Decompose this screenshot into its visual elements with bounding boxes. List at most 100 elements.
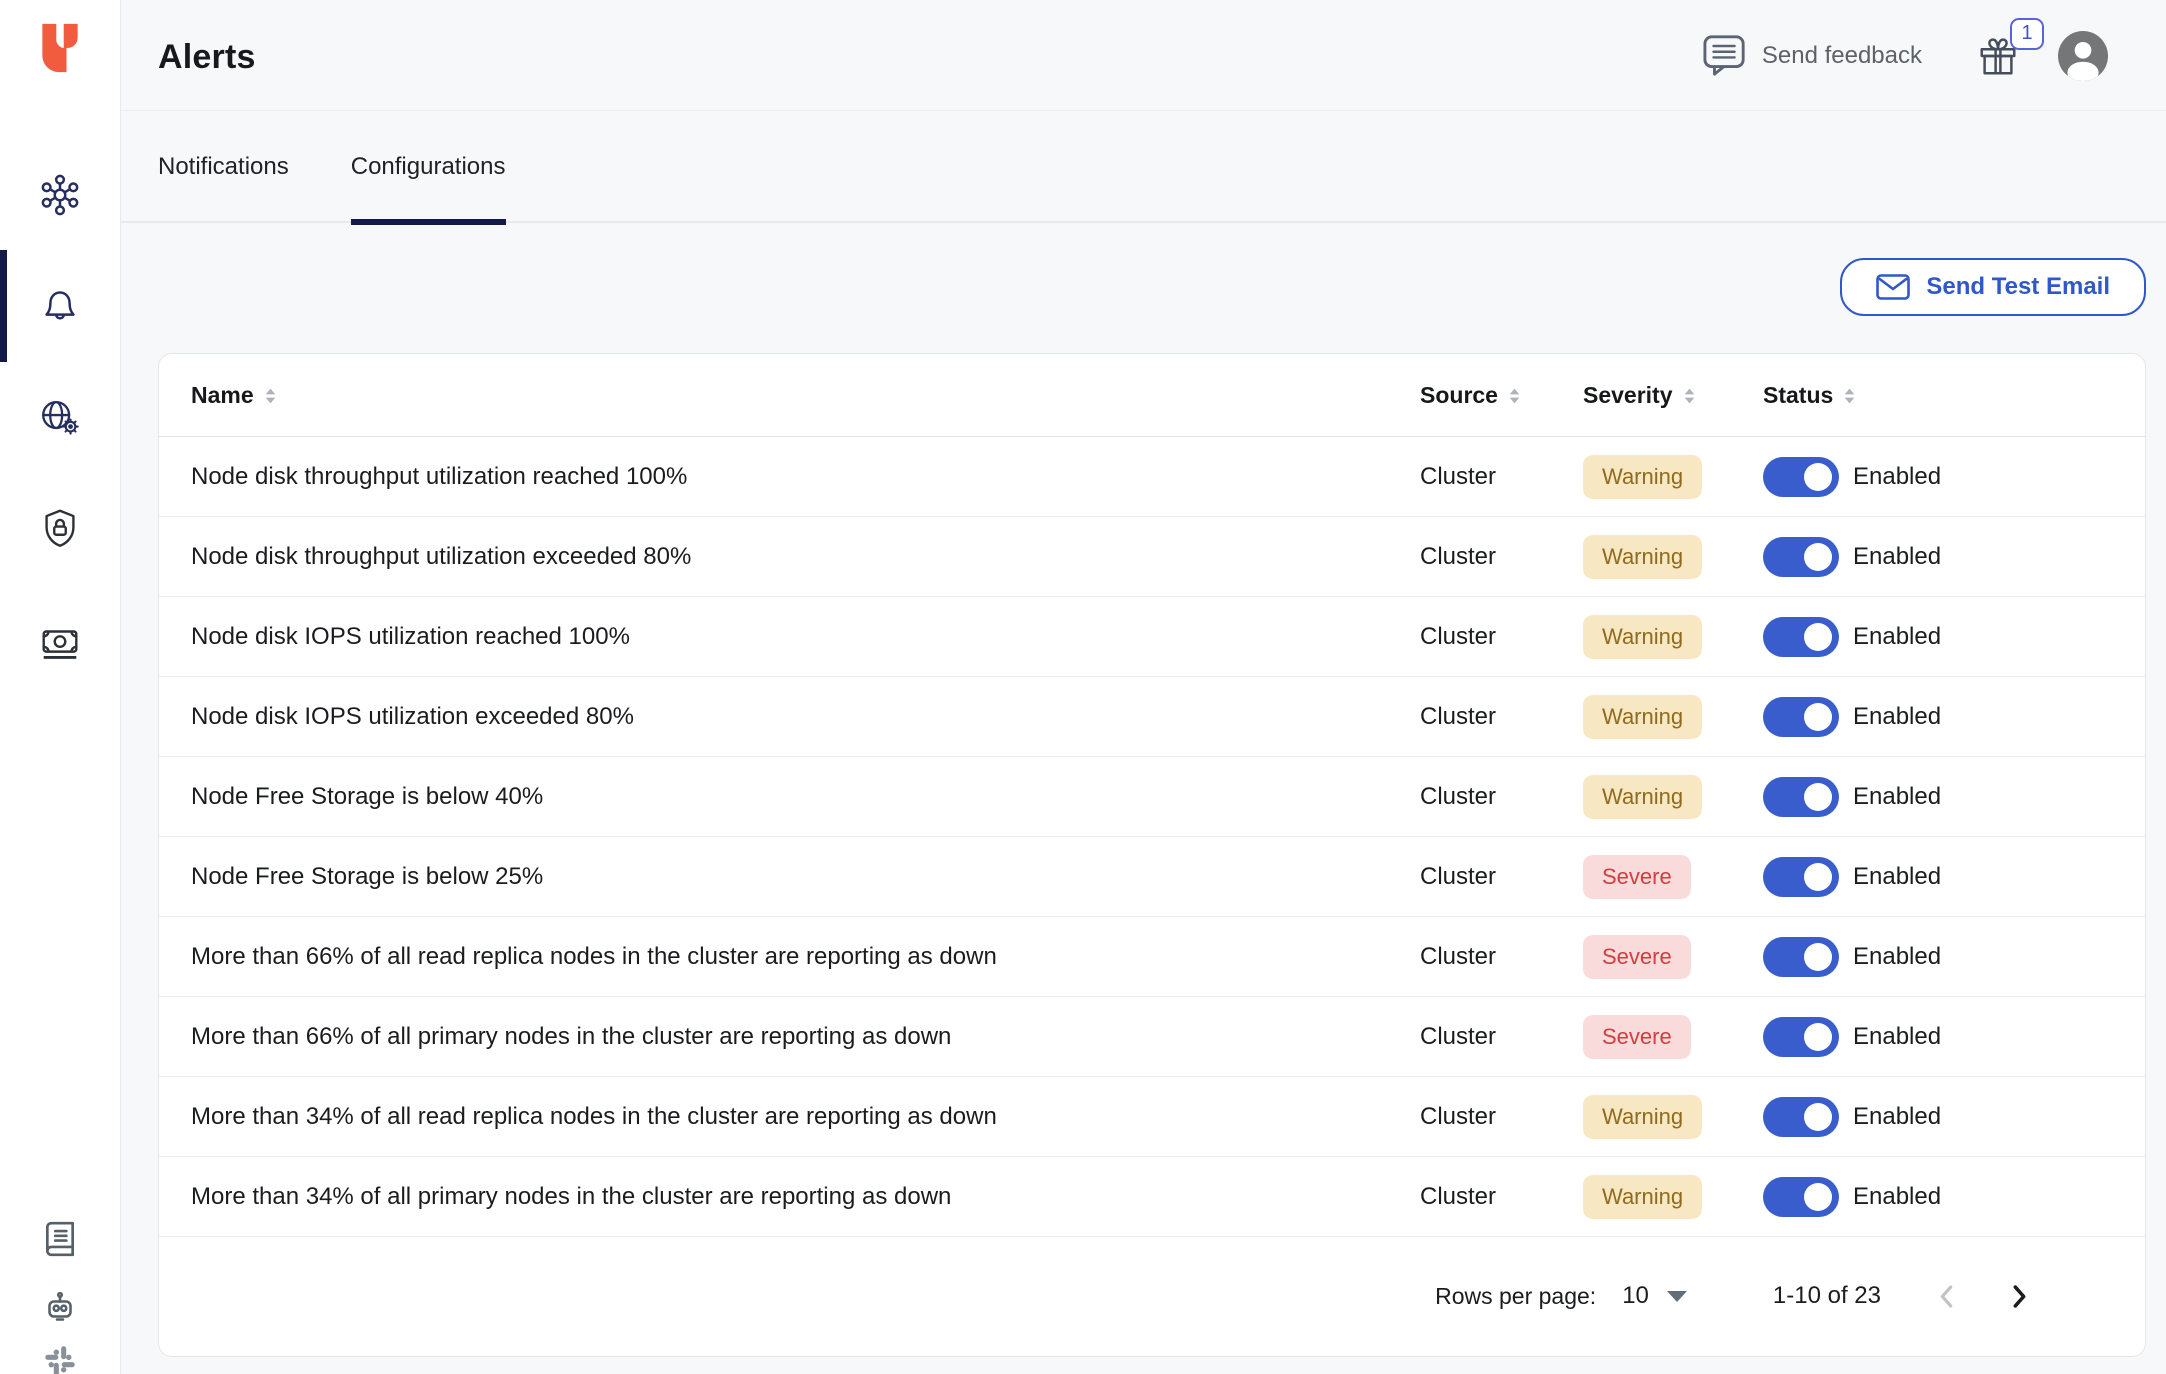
user-avatar[interactable] bbox=[2058, 30, 2108, 81]
column-header-severity[interactable]: Severity bbox=[1583, 354, 1696, 437]
toggle-knob bbox=[1804, 783, 1832, 811]
alert-status-cell: Enabled bbox=[1763, 837, 1941, 917]
rows-per-page-label: Rows per page: bbox=[1435, 1282, 1597, 1309]
status-toggle[interactable] bbox=[1763, 1017, 1839, 1057]
status-label: Enabled bbox=[1853, 943, 1942, 970]
table-row: Node disk IOPS utilization reached 100% C… bbox=[159, 597, 2145, 677]
page-title: Alerts bbox=[158, 38, 256, 76]
globe-gear-icon bbox=[42, 400, 79, 435]
alert-status-cell: Enabled bbox=[1763, 597, 1941, 677]
brand-logo[interactable] bbox=[34, 22, 86, 74]
severity-badge: Warning bbox=[1583, 695, 1703, 739]
status-toggle[interactable] bbox=[1763, 1177, 1839, 1217]
table-row: Node Free Storage is below 25% Cluster Sev… bbox=[159, 837, 2145, 917]
sidebar-item-docs[interactable] bbox=[0, 1220, 120, 1258]
alert-severity-cell: Warning bbox=[1583, 1077, 1703, 1157]
alert-severity-cell: Severe bbox=[1583, 917, 1691, 997]
alert-source: Cluster bbox=[1420, 1183, 1497, 1210]
sidebar-item-slack-community[interactable] bbox=[0, 1344, 120, 1374]
tabbar: Notifications Configurations bbox=[121, 111, 2166, 225]
rows-per-page-select[interactable]: 10 bbox=[1622, 1282, 1687, 1310]
whats-new-button[interactable]: 1 bbox=[1976, 17, 2044, 80]
alert-name: More than 34% of all primary nodes in th… bbox=[191, 1183, 952, 1210]
robot-icon bbox=[48, 1291, 72, 1321]
cluster-network-icon bbox=[41, 174, 79, 216]
status-label: Enabled bbox=[1853, 1023, 1942, 1050]
table-body: Node disk throughput utilization reached… bbox=[159, 437, 2145, 1237]
status-label: Enabled bbox=[1853, 703, 1942, 730]
notification-count-badge: 1 bbox=[2010, 17, 2044, 50]
alert-name: Node Free Storage is below 25% bbox=[191, 863, 544, 890]
alert-name: Node disk throughput utilization reached… bbox=[191, 463, 688, 490]
alert-status-cell: Enabled bbox=[1763, 757, 1941, 837]
alert-status-cell: Enabled bbox=[1763, 1077, 1941, 1157]
column-header-name[interactable]: Name bbox=[191, 354, 277, 437]
send-feedback-button[interactable]: Send feedback bbox=[1702, 34, 1922, 78]
bell-icon bbox=[45, 291, 75, 320]
status-toggle[interactable] bbox=[1763, 697, 1839, 737]
status-toggle[interactable] bbox=[1763, 857, 1839, 897]
tab-configurations[interactable]: Configurations bbox=[350, 111, 506, 225]
table-row: More than 34% of all primary nodes in th… bbox=[159, 1157, 2145, 1237]
alert-source: Cluster bbox=[1420, 943, 1497, 970]
status-toggle[interactable] bbox=[1763, 937, 1839, 977]
avatar-icon bbox=[2058, 30, 2108, 81]
alert-source: Cluster bbox=[1420, 703, 1497, 730]
severity-badge: Warning bbox=[1583, 775, 1703, 819]
alert-severity-cell: Warning bbox=[1583, 677, 1703, 757]
send-test-email-button[interactable]: Send Test Email bbox=[1840, 258, 2146, 316]
status-toggle[interactable] bbox=[1763, 1097, 1839, 1137]
toggle-knob bbox=[1804, 943, 1832, 971]
column-label: Name bbox=[191, 382, 254, 408]
shield-lock-icon bbox=[45, 509, 75, 547]
tab-configurations-label: Configurations bbox=[350, 153, 506, 180]
column-header-status[interactable]: Status bbox=[1763, 354, 1856, 437]
alert-source: Cluster bbox=[1420, 543, 1497, 570]
sidebar-item-alerts[interactable] bbox=[0, 282, 120, 328]
column-header-source[interactable]: Source bbox=[1420, 354, 1521, 437]
toggle-knob bbox=[1804, 463, 1832, 491]
toggle-knob bbox=[1804, 863, 1832, 891]
slack-icon bbox=[45, 1346, 75, 1374]
tab-notifications-label: Notifications bbox=[158, 153, 289, 180]
severity-badge: Severe bbox=[1583, 855, 1691, 899]
status-label: Enabled bbox=[1853, 1183, 1942, 1210]
sort-icon bbox=[1845, 388, 1855, 403]
alert-source: Cluster bbox=[1420, 863, 1497, 890]
alerts-configurations-page: Alerts Send feedback 1 Notifications Con… bbox=[0, 0, 2166, 1374]
status-toggle[interactable] bbox=[1763, 537, 1839, 577]
alert-severity-cell: Warning bbox=[1583, 437, 1703, 517]
alert-name: Node disk IOPS utilization reached 100% bbox=[191, 623, 630, 650]
alert-name: More than 66% of all read replica nodes … bbox=[191, 943, 997, 970]
next-page-button[interactable] bbox=[2012, 1284, 2027, 1308]
severity-badge: Severe bbox=[1583, 935, 1691, 979]
sidebar-item-support-bot[interactable] bbox=[0, 1288, 120, 1324]
alert-severity-cell: Warning bbox=[1583, 597, 1703, 677]
toggle-knob bbox=[1804, 623, 1832, 651]
alert-source: Cluster bbox=[1420, 1023, 1497, 1050]
alert-severity-cell: Warning bbox=[1583, 517, 1703, 597]
status-toggle[interactable] bbox=[1763, 617, 1839, 657]
table-row: Node disk throughput utilization exceede… bbox=[159, 517, 2145, 597]
alert-name: Node disk throughput utilization exceede… bbox=[191, 543, 692, 570]
severity-badge: Warning bbox=[1583, 535, 1703, 579]
previous-page-button[interactable] bbox=[1939, 1285, 1954, 1308]
chevron-left-icon bbox=[1940, 1285, 1953, 1307]
sidebar-item-security[interactable] bbox=[0, 506, 120, 552]
alert-name: More than 66% of all primary nodes in th… bbox=[191, 1023, 952, 1050]
active-tab-indicator bbox=[350, 219, 506, 225]
tab-notifications[interactable]: Notifications bbox=[158, 111, 289, 223]
status-label: Enabled bbox=[1853, 783, 1942, 810]
sidebar-item-billing[interactable] bbox=[0, 620, 120, 666]
send-test-email-label: Send Test Email bbox=[1926, 273, 2110, 300]
sidebar-item-network-access[interactable] bbox=[0, 394, 120, 440]
status-toggle[interactable] bbox=[1763, 457, 1839, 497]
topbar: Alerts Send feedback 1 bbox=[121, 0, 2166, 111]
sidebar-item-clusters[interactable] bbox=[0, 172, 120, 218]
table-row: Node Free Storage is below 40% Cluster War… bbox=[159, 757, 2145, 837]
alert-status-cell: Enabled bbox=[1763, 517, 1941, 597]
rows-per-page-value: 10 bbox=[1622, 1282, 1649, 1309]
status-toggle[interactable] bbox=[1763, 777, 1839, 817]
severity-badge: Warning bbox=[1583, 1175, 1703, 1219]
status-label: Enabled bbox=[1853, 1103, 1942, 1130]
